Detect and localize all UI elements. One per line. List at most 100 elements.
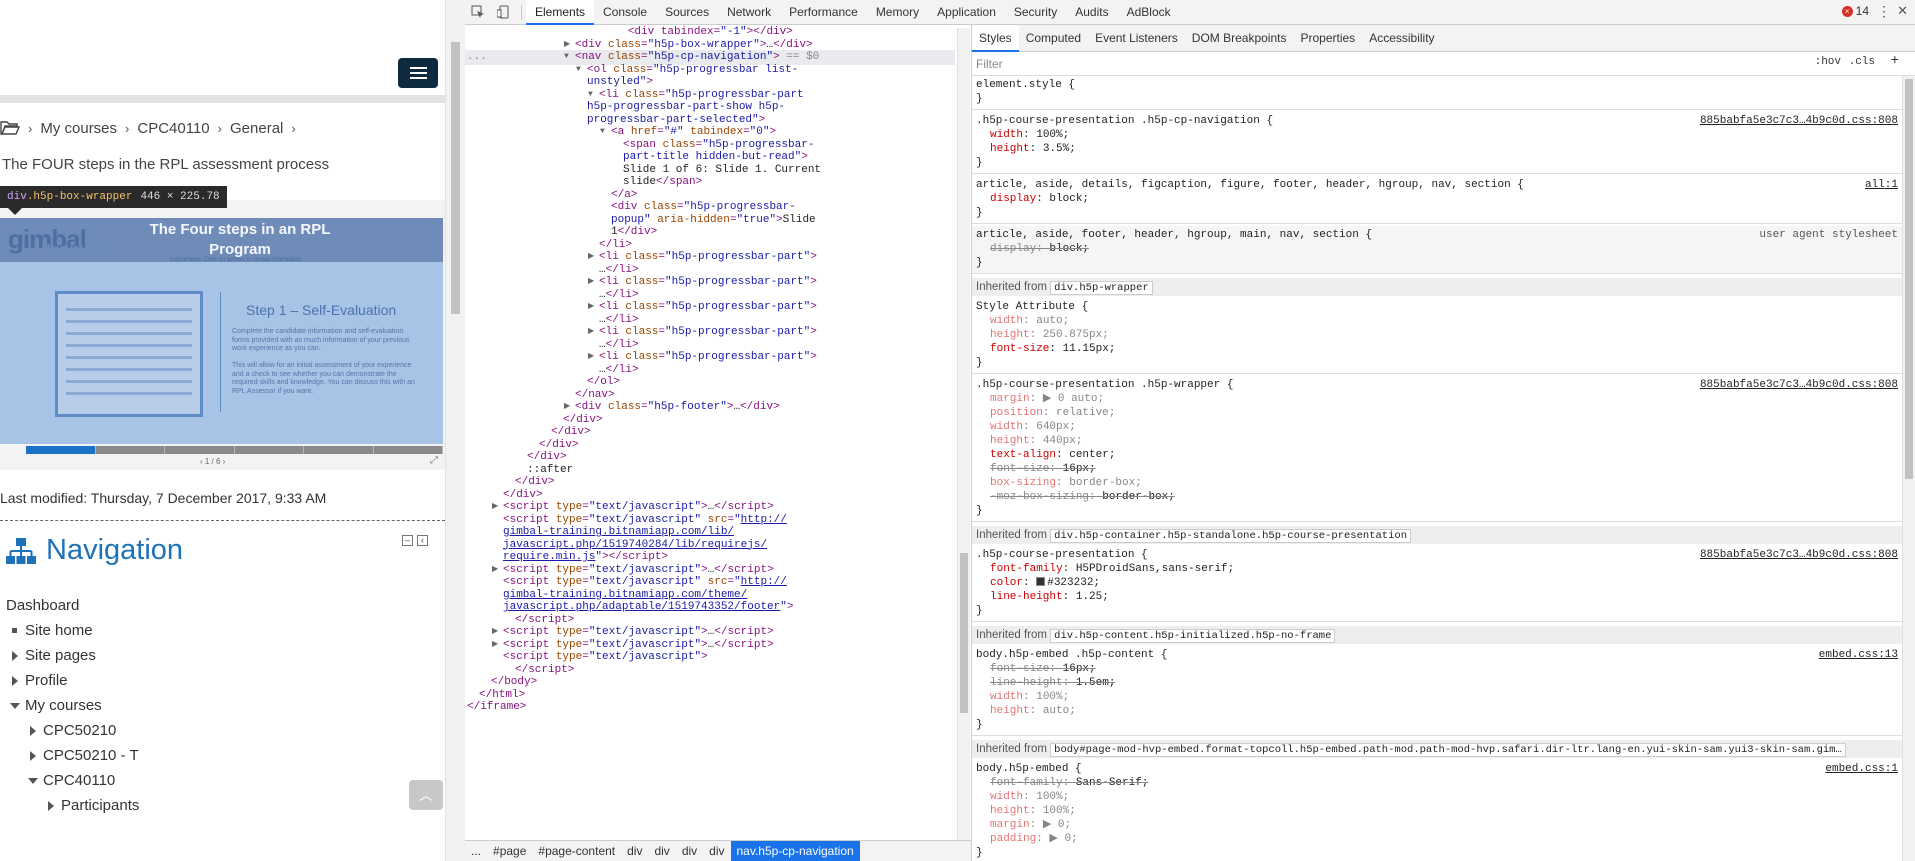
nav-item[interactable]: CPC50210 - T [43,747,139,764]
progressbar-part[interactable] [235,446,304,454]
rule-selector[interactable]: element.style { [976,78,1075,92]
devtools-tab[interactable]: Security [1005,0,1066,25]
nav-item[interactable]: My courses [25,697,102,714]
dom-crumb[interactable]: div [621,841,648,861]
expand-icon[interactable] [12,676,18,686]
progressbar-part[interactable] [165,446,235,454]
rule-source-link[interactable]: 885babfa5e3c7c3…4b9c0d.css:808 [1700,548,1898,562]
css-property[interactable]: font-family: H5PDroidSans,sans-serif; [990,562,1234,576]
expand-icon[interactable] [30,726,36,736]
device-toolbar-icon[interactable] [491,0,517,25]
styles-scrollbar-thumb[interactable] [1905,79,1913,479]
rule-selector[interactable]: article, aside, footer, header, hgroup, … [976,228,1372,242]
sidebar-tab[interactable]: Computed [1019,25,1088,52]
rule-selector[interactable]: body.h5p-embed { [976,762,1082,776]
sidebar-tab[interactable]: Event Listeners [1088,25,1185,52]
dom-node-line[interactable]: </iframe> [465,700,955,715]
css-property[interactable]: text-align: center; [990,448,1115,462]
css-property[interactable]: height: 440px; [990,434,1082,448]
css-property[interactable]: display: block; [990,242,1089,256]
dom-crumb[interactable]: #page [487,841,532,861]
css-property[interactable]: -moz-box-sizing: border-box; [990,490,1175,504]
collapse-icon[interactable] [10,703,20,709]
progressbar-part[interactable] [96,446,165,454]
style-rule[interactable] [972,76,1902,110]
css-property[interactable]: height: auto; [990,704,1076,718]
inspect-element-icon[interactable] [465,0,491,25]
rule-source-link[interactable]: 885babfa5e3c7c3…4b9c0d.css:808 [1700,378,1898,392]
rule-source-link[interactable]: embed.css:13 [1819,648,1898,662]
fullscreen-icon[interactable]: ⤢ [430,455,438,466]
cls-toggle[interactable]: .cls [1849,56,1875,68]
expand-icon[interactable] [48,801,54,811]
sidebar-tab[interactable]: Accessibility [1362,25,1441,52]
css-property[interactable]: width: 100%; [990,128,1069,142]
css-property[interactable]: line-height: 1.25; [990,590,1109,604]
css-property[interactable]: display: block; [990,192,1089,206]
dom-crumb[interactable]: #page-content [532,841,621,861]
expand-icon[interactable] [30,751,36,761]
devtools-tab[interactable]: Sources [656,0,718,25]
devtools-tab[interactable]: Performance [780,0,867,25]
rule-selector[interactable]: .h5p-course-presentation .h5p-wrapper { [976,378,1233,392]
elements-tree[interactable]: <div tabindex="-1"></div> ▶ <div class="h5… [465,25,971,840]
nav-item[interactable]: Participants [61,797,139,814]
inherited-node-link[interactable]: div.h5p-wrapper [1050,281,1153,295]
slide-progressbar[interactable] [26,446,443,454]
inherited-node-link[interactable]: div.h5p-content.h5p-initialized.h5p-no-f… [1050,629,1336,643]
nav-item[interactable]: Site home [25,622,93,639]
devtools-tab[interactable]: Memory [867,0,928,25]
elements-scrollbar-thumb[interactable] [960,553,968,713]
sidebar-tab[interactable]: Properties [1293,25,1362,52]
breadcrumb-my-courses[interactable]: My courses [40,120,117,137]
breadcrumb-course[interactable]: CPC40110 [137,120,209,137]
nav-item[interactable]: CPC50210 [43,722,116,739]
sidebar-tab[interactable]: DOM Breakpoints [1185,25,1294,52]
css-property[interactable]: color: #323232; [990,576,1100,590]
collapse-block-icon[interactable]: – [402,535,413,546]
dom-crumb[interactable]: div [703,841,730,861]
devtools-tab[interactable]: Console [594,0,656,25]
hamburger-menu-button[interactable] [398,58,438,88]
css-property[interactable]: box-sizing: border-box; [990,476,1142,490]
error-badge[interactable]: × 14 [1841,4,1869,18]
folder-open-icon[interactable] [0,120,20,136]
rule-selector[interactable]: .h5p-course-presentation { [976,548,1148,562]
elements-scrollbar[interactable] [957,28,970,840]
css-property[interactable]: width: auto; [990,314,1069,328]
h5p-slide[interactable]: gimbal training The Four steps in an RPL… [0,218,443,444]
css-property[interactable]: font-size: 16px; [990,462,1096,476]
css-property[interactable]: width: 640px; [990,420,1076,434]
dom-crumb[interactable]: div [648,841,675,861]
close-devtools-icon[interactable]: ✕ [1897,3,1908,19]
rule-source-link[interactable]: all:1 [1865,178,1898,192]
devtools-tab[interactable]: Elements [526,0,595,25]
collapse-icon[interactable] [28,778,38,784]
css-property[interactable]: width: 100%; [990,690,1069,704]
css-property[interactable]: margin: ▶ 0; [990,818,1071,832]
devtools-tab[interactable]: AdBlock [1118,0,1180,25]
css-property[interactable]: font-family: Sans-Serif; [990,776,1148,790]
css-property[interactable]: font-size: 16px; [990,662,1096,676]
back-to-top-button[interactable]: ︿ [409,780,443,810]
devtools-tab[interactable]: Application [928,0,1005,25]
expand-icon[interactable] [12,651,18,661]
page-scrollbar-thumb[interactable] [451,42,460,314]
rule-selector[interactable]: article, aside, details, figcaption, fig… [976,178,1524,192]
slide-pager[interactable]: ‹ 1 / 6 › [200,457,225,466]
rule-selector[interactable]: body.h5p-embed .h5p-content { [976,648,1167,662]
devtools-tab[interactable]: Network [718,0,780,25]
new-rule-button[interactable]: + [1891,53,1899,69]
progressbar-part[interactable] [374,446,443,454]
css-property[interactable]: height: 250.875px; [990,328,1109,342]
nav-item[interactable]: Profile [25,672,68,689]
css-property[interactable]: position: relative; [990,406,1115,420]
hov-toggle[interactable]: :hov [1815,56,1841,68]
css-property[interactable]: line-height: 1.5em; [990,676,1115,690]
css-property[interactable]: height: 100%; [990,804,1076,818]
inherited-node-link[interactable]: body#page-mod-hvp-embed.format-topcoll.h… [1050,743,1846,757]
breadcrumb-section[interactable]: General [230,120,283,137]
css-property[interactable]: width: 100%; [990,790,1069,804]
progressbar-part[interactable] [26,446,96,454]
sidebar-tab[interactable]: Styles [972,24,1019,52]
